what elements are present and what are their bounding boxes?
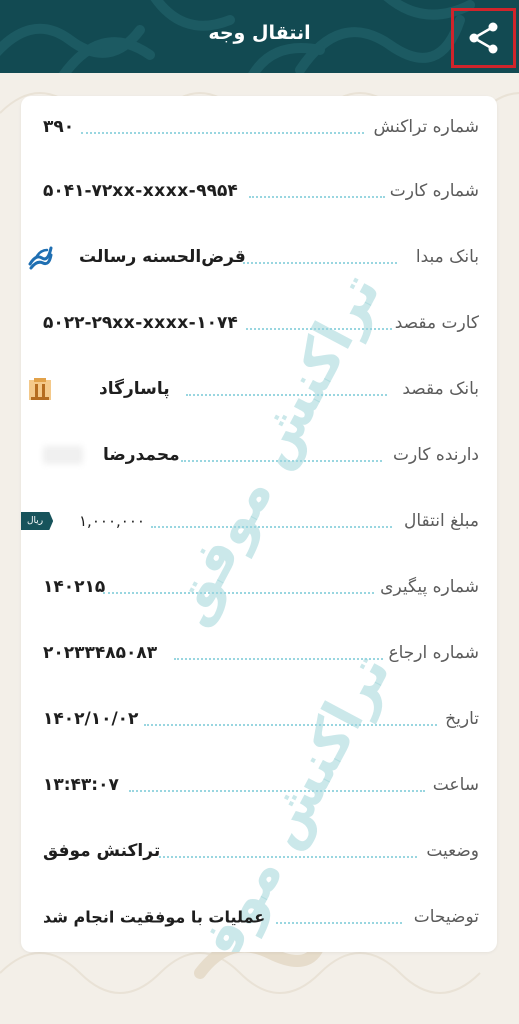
- row-destination-bank: بانک مقصد پاسارگاد: [21, 369, 497, 409]
- row-label: مبلغ انتقال: [403, 511, 479, 531]
- row-card-number: شماره کارت ۵۰۴۱-۷۲xx-xxxx-۹۹۵۴: [21, 171, 497, 211]
- card-number-value: ۵۰۴۱-۷۲xx-xxxx-۹۹۵۴: [43, 181, 238, 201]
- time-value: ۱۳:۴۳:۰۷: [43, 775, 119, 795]
- page-title: انتقال وجه: [208, 22, 311, 44]
- row-destination-card: کارت مقصد ۵۰۲۲-۲۹xx-xxxx-۱۰۷۴: [21, 303, 497, 343]
- date-value: ۱۴۰۲/۱۰/۰۲: [43, 709, 139, 729]
- row-label: وضعیت: [426, 841, 479, 861]
- transaction-number-value: ۳۹۰: [43, 117, 75, 137]
- row-label: توضیحات: [413, 907, 479, 927]
- row-transaction-number: شماره تراکنش ۳۹۰: [21, 107, 497, 147]
- row-label: شماره کارت: [389, 181, 479, 201]
- row-label: کارت مقصد: [394, 313, 479, 333]
- dotted-leader: [144, 723, 437, 726]
- share-icon: [469, 22, 497, 54]
- row-label: ساعت: [432, 775, 479, 795]
- dotted-leader: [174, 657, 383, 660]
- dotted-leader: [151, 525, 392, 528]
- row-label: شماره تراکنش: [373, 117, 479, 137]
- transfer-amount-value: ۱,۰۰۰,۰۰۰: [79, 512, 145, 530]
- dotted-leader: [246, 327, 392, 330]
- row-description: توضیحات عملیات با موفقیت انجام شد: [21, 897, 497, 937]
- destination-bank-value: پاسارگاد: [99, 379, 170, 399]
- dotted-leader: [249, 195, 385, 198]
- transaction-receipt-card: تراکنش موفق تراکنش موفق شماره تراکنش ۳۹۰…: [21, 96, 497, 952]
- resalat-bank-logo-icon: [28, 246, 53, 270]
- row-label: بانک مبدا: [415, 247, 479, 267]
- dotted-leader: [103, 591, 374, 594]
- row-tracking-number: شماره پیگیری ۱۴۰۲۱۵: [21, 567, 497, 607]
- row-source-bank: بانک مبدا قرض‌الحسنه رسالت: [21, 237, 497, 277]
- row-transfer-amount: مبلغ انتقال ۱,۰۰۰,۰۰۰ ریال: [21, 501, 497, 541]
- description-value: عملیات با موفقیت انجام شد: [43, 907, 266, 927]
- row-label: شماره پیگیری: [380, 577, 479, 597]
- currency-badge: ریال: [21, 512, 54, 530]
- share-button[interactable]: [451, 8, 516, 68]
- dotted-leader: [181, 459, 382, 462]
- row-date: تاریخ ۱۴۰۲/۱۰/۰۲: [21, 699, 497, 739]
- row-label: بانک مقصد: [402, 379, 479, 399]
- pasargad-bank-logo-icon: [29, 378, 51, 400]
- redacted-surname: [43, 446, 83, 464]
- dotted-leader: [243, 261, 397, 264]
- source-bank-value: قرض‌الحسنه رسالت: [79, 247, 246, 267]
- tracking-number-value: ۱۴۰۲۱۵: [43, 577, 106, 597]
- dotted-leader: [129, 789, 425, 792]
- status-value: تراکنش موفق: [43, 841, 161, 861]
- app-header: انتقال وجه: [0, 0, 519, 73]
- row-label: دارنده کارت: [393, 445, 479, 465]
- dotted-leader: [159, 855, 417, 858]
- row-status: وضعیت تراکنش موفق: [21, 831, 497, 871]
- row-time: ساعت ۱۳:۴۳:۰۷: [21, 765, 497, 805]
- reference-number-value: ۲۰۲۳۳۴۸۵۰۸۳: [43, 643, 158, 663]
- destination-card-value: ۵۰۲۲-۲۹xx-xxxx-۱۰۷۴: [43, 313, 238, 333]
- dotted-leader: [81, 131, 364, 134]
- row-label: شماره ارجاع: [388, 643, 479, 663]
- dotted-leader: [276, 921, 402, 924]
- row-card-holder: دارنده کارت محمدرضا: [21, 435, 497, 475]
- card-holder-value: محمدرضا: [103, 445, 180, 465]
- row-label: تاریخ: [445, 709, 479, 729]
- row-reference-number: شماره ارجاع ۲۰۲۳۳۴۸۵۰۸۳: [21, 633, 497, 673]
- dotted-leader: [186, 393, 387, 396]
